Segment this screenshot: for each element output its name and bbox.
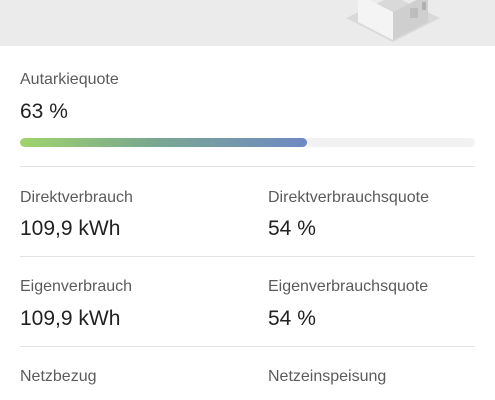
header-area — [0, 0, 495, 46]
divider — [20, 256, 475, 257]
direct-consumption-label: Direktverbrauch — [20, 189, 133, 206]
autarky-value: 63 % — [20, 100, 68, 123]
house-icon — [346, 0, 440, 42]
grid-purchase-label: Netzbezug — [20, 368, 97, 385]
self-consumption-label: Eigenverbrauch — [20, 278, 133, 295]
self-consumption-rate-label: Eigenverbrauchsquote — [268, 278, 429, 295]
direct-consumption-rate-label: Direktverbrauchsquote — [268, 189, 429, 206]
autarky-progress-fill — [20, 138, 307, 147]
divider — [20, 346, 475, 347]
divider — [20, 166, 475, 167]
grid-feed-in-label: Netzeinspeisung — [268, 368, 387, 385]
direct-consumption-rate-value: 54 % — [268, 217, 316, 240]
statistics-card: Autarkiequote 63 % Direktverbrauch 109,9… — [0, 46, 495, 400]
self-consumption-value: 109,9 kWh — [20, 307, 121, 330]
autarky-label: Autarkiequote — [20, 71, 119, 88]
autarky-progress-bar — [20, 138, 475, 147]
self-consumption-rate-value: 54 % — [268, 307, 316, 330]
direct-consumption-value: 109,9 kWh — [20, 217, 121, 240]
